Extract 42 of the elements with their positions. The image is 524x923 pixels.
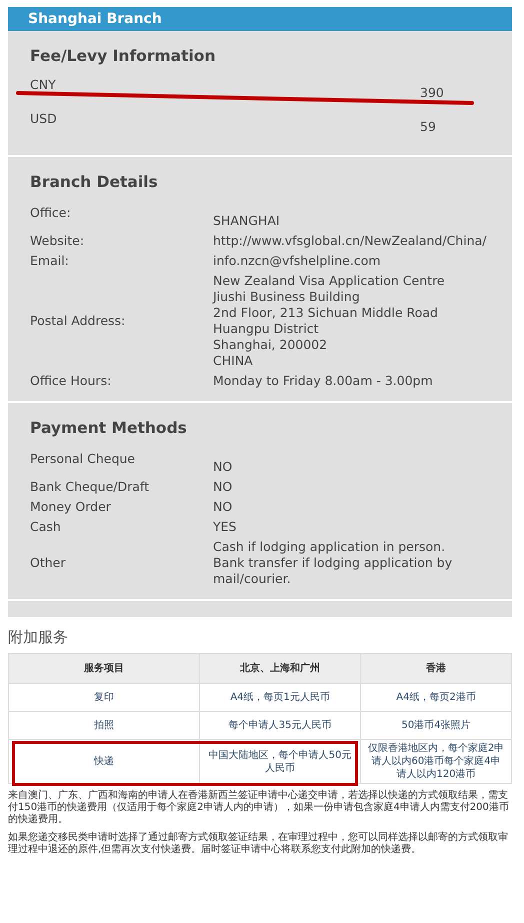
table-cell: 仅限香港地区内，每个家庭2申请人以内60港币每个家庭4申请人以内120港币 — [360, 740, 512, 784]
currency-label: CNY — [30, 77, 57, 94]
branch-header: Shanghai Branch — [8, 7, 512, 31]
fee-amount: 390 — [420, 84, 445, 101]
field-value: New Zealand Visa Application Centre Jiushi Business Building 2nd Floor, 213 Sichuan Middle Road Huangpu District Shanghai, 200002 CHINA — [213, 273, 446, 369]
table-cell: A4纸，每页1元人民币 — [200, 684, 361, 712]
field-label: Email: — [30, 253, 70, 269]
section-title: Fee/Levy Information — [30, 46, 216, 67]
table-cell: A4纸，每页2港币 — [360, 684, 512, 712]
section-title: Payment Methods — [30, 418, 188, 439]
field-label: Personal Cheque — [30, 451, 136, 467]
field-value: http://www.vfsglobal.cn/NewZealand/China/ — [213, 233, 488, 249]
table-cell: 50港币4张照片 — [360, 712, 512, 740]
field-value: Cash if lodging application in person. Bank transfer if lodging application by mail/courier. — [213, 539, 454, 587]
field-label: Office: — [30, 205, 72, 221]
field-label: Money Order — [30, 499, 112, 515]
field-value: YES — [213, 519, 238, 535]
column-header: 服务项目 — [8, 654, 200, 684]
field-label: Bank Cheque/Draft — [30, 479, 150, 495]
section-title: Branch Details — [30, 172, 159, 193]
table-cell: 快递 — [8, 740, 200, 784]
field-value: NO — [213, 479, 234, 495]
field-value: NO — [213, 499, 234, 515]
table-cell: 复印 — [8, 684, 200, 712]
field-label: Postal Address: — [30, 313, 126, 329]
field-label: Cash — [30, 519, 62, 535]
note-paragraph: 来自澳门、广东、广西和海南的申请人在香港新西兰签证申请中心递交申请，若选择以快递的方式领取结果，需支付150港币的快递费用（仅适用于每个家庭2申请人内的申请），如果一份申请包含家庭4申请人内需支付200港币的快递费用。 — [8, 790, 510, 826]
table-cell: 拍照 — [8, 712, 200, 740]
table-cell: 每个申请人35元人民币 — [200, 712, 361, 740]
field-label: Office Hours: — [30, 373, 112, 389]
column-header: 香港 — [360, 654, 512, 684]
field-value: Monday to Friday 8.00am - 3.00pm — [213, 373, 434, 389]
field-label: Other — [30, 555, 66, 571]
field-value: SHANGHAI — [213, 212, 281, 229]
note-paragraph: 如果您递交移民类申请时选择了通过邮寄方式领取签证结果，在审理过程中，您可以同样选择以邮寄的方式领取审理过程中退还的原件,但需再次支付快递费。届时签证申请中心将联系您支付此附加的快递费。 — [8, 832, 509, 856]
field-label: Website: — [30, 233, 86, 249]
fee-amount: 59 — [420, 118, 437, 135]
currency-label: USD — [30, 111, 58, 128]
field-value: info.nzcn@vfshelpline.com — [213, 253, 382, 269]
field-value: NO — [213, 458, 234, 475]
section-title: 附加服务 — [8, 627, 69, 647]
column-header: 北京、上海和广州 — [200, 654, 361, 684]
